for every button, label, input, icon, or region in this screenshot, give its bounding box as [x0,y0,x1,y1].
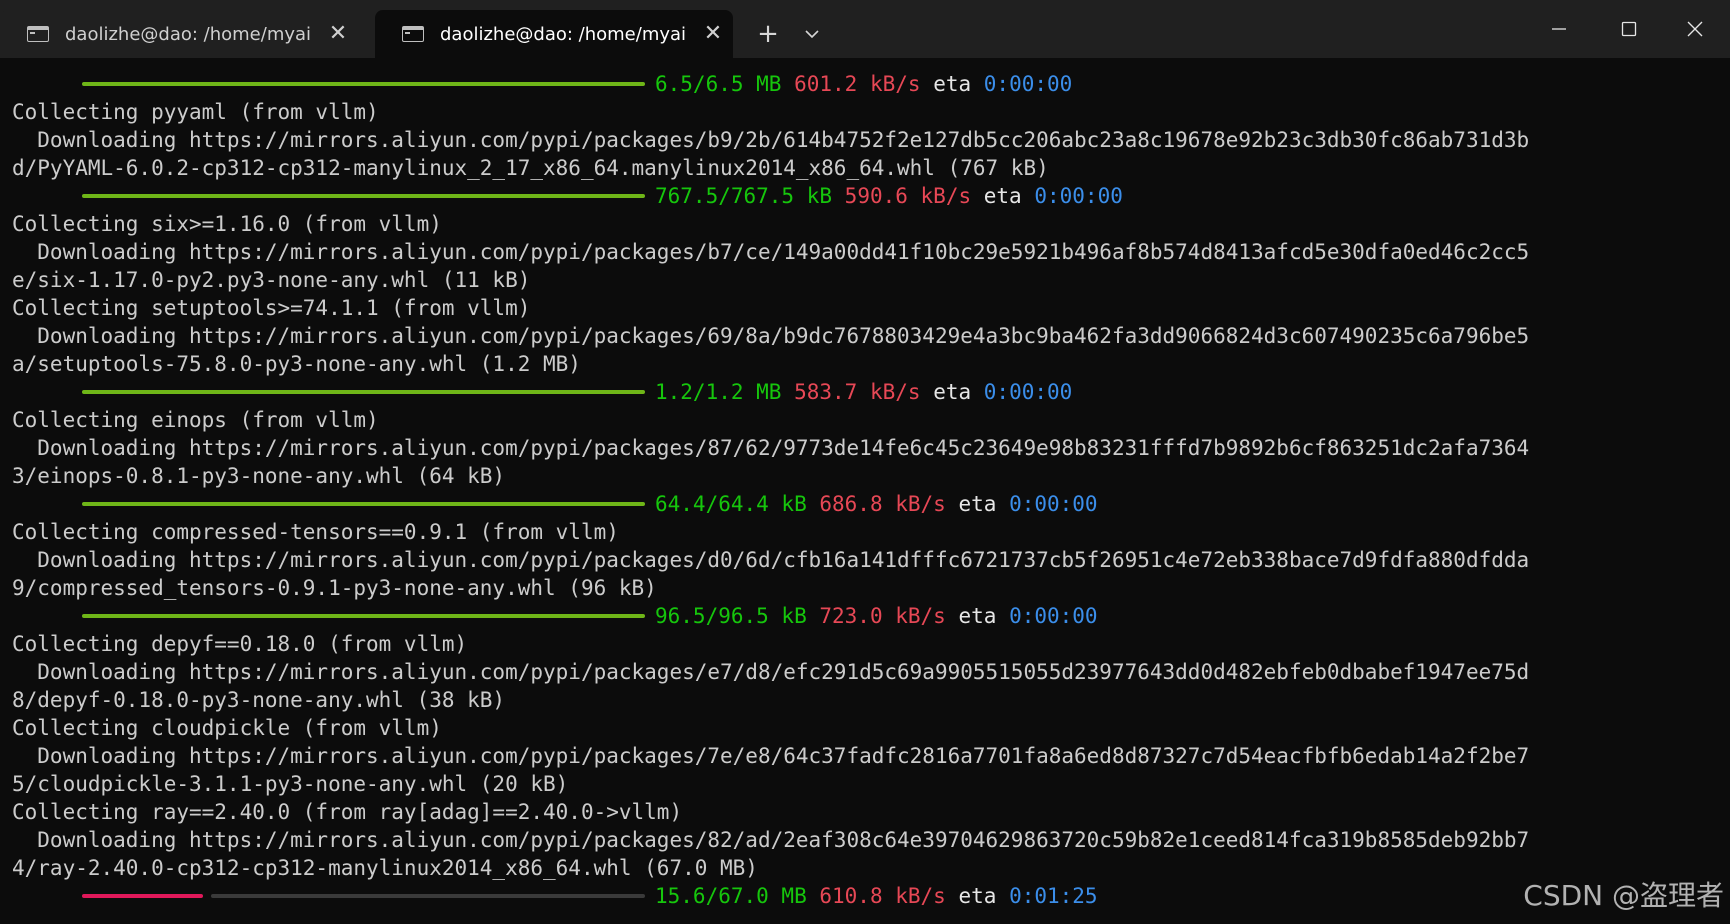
terminal-line: Collecting setuptools>=74.1.1 (from vllm… [12,296,531,320]
progress-line: 767.5/767.5 kB 590.6 kB/s eta 0:00:00 [12,182,1712,210]
terminal-line: Collecting depyf==0.18.0 (from vllm) [12,632,468,656]
minimize-icon [1552,28,1566,30]
terminal-line: d/PyYAML-6.0.2-cp312-cp312-manylinux_2_1… [12,156,1049,180]
terminal-line: 5/cloudpickle-3.1.1-py3-none-any.whl (20… [12,772,569,796]
terminal-line: 9/compressed_tensors-0.9.1-py3-none-any.… [12,576,657,600]
close-window-button[interactable] [1660,0,1730,58]
progress-stats: 64.4/64.4 kB 686.8 kB/s eta 0:00:00 [655,490,1098,518]
eta-label: eta [983,184,1022,208]
progress-speed: 601.2 kB/s [794,72,921,96]
maximize-icon [1621,21,1637,37]
chevron-down-icon[interactable] [797,14,827,54]
close-icon [1687,21,1703,37]
terminal-line: Collecting pyyaml (from vllm) [12,100,379,124]
terminal-line: Downloading https://mirrors.aliyun.com/p… [12,660,1530,684]
progress-size: 6.5/6.5 MB [655,72,782,96]
progress-line: 64.4/64.4 kB 686.8 kB/s eta 0:00:00 [12,490,1712,518]
eta-label: eta [958,884,997,908]
progress-bar [82,614,645,618]
maximize-button[interactable] [1594,0,1664,58]
progress-eta: 0:00:00 [983,380,1073,404]
progress-eta: 0:00:00 [1034,184,1123,208]
progress-bar [82,502,645,506]
progress-stats: 767.5/767.5 kB 590.6 kB/s eta 0:00:00 [655,182,1123,210]
progress-size: 64.4/64.4 kB [655,492,807,516]
progress-line: 6.5/6.5 MB 601.2 kB/s eta 0:00:00 [12,70,1712,98]
terminal-line: a/setuptools-75.8.0-py3-none-any.whl (1.… [12,352,581,376]
terminal-line: 4/ray-2.40.0-cp312-cp312-manylinux2014_x… [12,856,758,880]
progress-speed: 583.7 kB/s [794,380,921,404]
terminal-line: 8/depyf-0.18.0-py3-none-any.whl (38 kB) [12,688,506,712]
progress-bar [82,194,645,198]
tab-1[interactable]: daolizhe@dao: /home/myai/m ✕ [0,10,372,58]
tab-2[interactable]: daolizhe@dao: /home/myai/r ✕ [375,10,733,58]
close-icon[interactable]: ✕ [702,23,724,45]
progress-stats: 15.6/67.0 MB 610.8 kB/s eta 0:01:25 [655,882,1098,910]
terminal-line: Downloading https://mirrors.aliyun.com/p… [12,548,1530,572]
progress-speed: 723.0 kB/s [819,604,946,628]
eta-label: eta [958,604,997,628]
progress-size: 1.2/1.2 MB [655,380,782,404]
new-tab-button[interactable]: + [750,14,786,54]
eta-label: eta [933,380,972,404]
terminal-icon [27,26,49,42]
terminal-line: Downloading https://mirrors.aliyun.com/p… [12,324,1530,348]
progress-stats: 96.5/96.5 kB 723.0 kB/s eta 0:00:00 [655,602,1098,630]
minimize-button[interactable] [1524,0,1594,58]
progress-size: 15.6/67.0 MB [655,884,807,908]
progress-eta: 0:00:00 [983,72,1073,96]
progress-speed: 686.8 kB/s [819,492,946,516]
tab-bar: daolizhe@dao: /home/myai/m ✕ daolizhe@da… [0,0,1730,58]
progress-size: 767.5/767.5 kB [655,184,833,208]
terminal-window: daolizhe@dao: /home/myai/m ✕ daolizhe@da… [0,0,1730,924]
eta-label: eta [958,492,997,516]
progress-eta: 0:00:00 [1009,492,1098,516]
progress-stats: 6.5/6.5 MB 601.2 kB/s eta 0:00:00 [655,70,1072,98]
progress-size: 96.5/96.5 kB [655,604,807,628]
terminal-output[interactable]: 6.5/6.5 MB 601.2 kB/s eta 0:00:00 Collect… [12,70,1712,910]
tab-title: daolizhe@dao: /home/myai/r [440,23,686,45]
terminal-line: 3/einops-0.8.1-py3-none-any.whl (64 kB) [12,464,506,488]
progress-stats: 1.2/1.2 MB 583.7 kB/s eta 0:00:00 [655,378,1072,406]
progress-bar-fill [82,894,203,898]
progress-line: 96.5/96.5 kB 723.0 kB/s eta 0:00:00 [12,602,1712,630]
progress-speed: 610.8 kB/s [819,884,946,908]
terminal-line: Downloading https://mirrors.aliyun.com/p… [12,744,1530,768]
terminal-line: Downloading https://mirrors.aliyun.com/p… [12,828,1530,852]
progress-bar-remaining [211,894,645,898]
terminal-line: Collecting cloudpickle (from vllm) [12,716,442,740]
progress-bar [82,390,645,394]
terminal-icon [402,26,424,42]
progress-eta: 0:00:00 [1009,604,1098,628]
tab-title: daolizhe@dao: /home/myai/m [65,23,311,45]
terminal-line: Collecting compressed-tensors==0.9.1 (fr… [12,520,619,544]
progress-speed: 590.6 kB/s [844,184,972,208]
close-icon[interactable]: ✕ [327,23,349,45]
progress-line: 15.6/67.0 MB 610.8 kB/s eta 0:01:25 [12,882,1712,910]
terminal-line: Collecting einops (from vllm) [12,408,379,432]
terminal-line: Downloading https://mirrors.aliyun.com/p… [12,436,1530,460]
terminal-line: Downloading https://mirrors.aliyun.com/p… [12,240,1530,264]
eta-label: eta [933,72,972,96]
progress-line: 1.2/1.2 MB 583.7 kB/s eta 0:00:00 [12,378,1712,406]
progress-eta: 0:01:25 [1009,884,1098,908]
terminal-line: Collecting six>=1.16.0 (from vllm) [12,212,442,236]
terminal-line: Downloading https://mirrors.aliyun.com/p… [12,128,1530,152]
terminal-line: Collecting ray==2.40.0 (from ray[adag]==… [12,800,683,824]
terminal-line: e/six-1.17.0-py2.py3-none-any.whl (11 kB… [12,268,531,292]
watermark: CSDN @盗理者 [1523,879,1724,912]
progress-bar [82,82,645,86]
